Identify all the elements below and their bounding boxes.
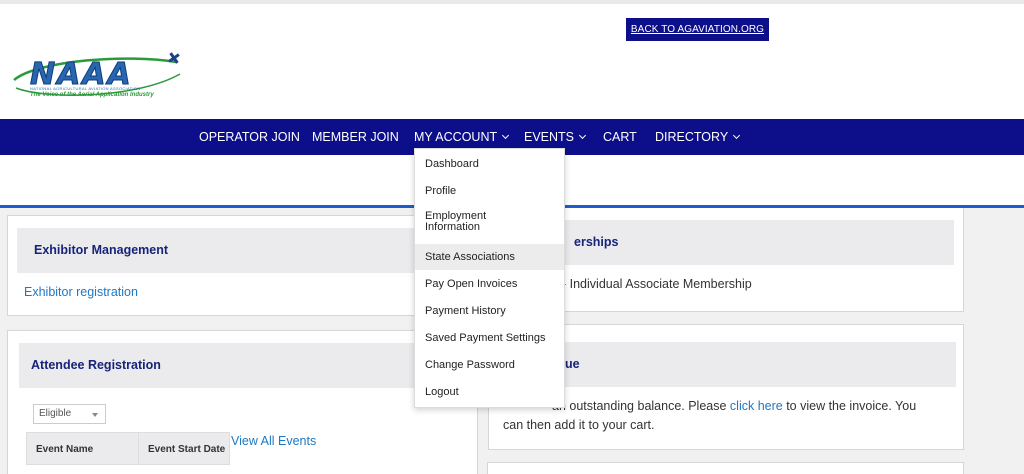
membership-type-text: - Individual Associate Membership [562,277,752,291]
menu-item-state-associations[interactable]: State Associations [415,244,564,270]
menu-item-employment-information[interactable]: Employment Information [415,211,515,237]
nav-directory[interactable]: DIRECTORY [655,119,741,155]
logo-tagline: The Voice of the Aerial Application Indu… [30,92,154,98]
column-header-event-name[interactable]: Event Name [26,432,139,465]
back-to-agaviation-button[interactable]: BACK TO AGAVIATION.ORG [626,18,769,41]
next-card [487,462,964,474]
column-header-event-start-date[interactable]: Event Start Date [138,432,230,465]
chevron-down-icon [578,131,587,140]
menu-item-change-password[interactable]: Change Password [415,354,564,376]
caret-down-icon [92,413,98,417]
nav-cart[interactable]: CART [603,119,637,155]
balance-due-title: ue [498,342,956,387]
memberships-title: erships [498,220,954,265]
nav-member-join[interactable]: MEMBER JOIN [312,119,399,155]
menu-item-logout[interactable]: Logout [415,381,564,403]
logo-subtitle: NATIONAL AGRICULTURAL AVIATION ASSOCIATI… [30,86,141,91]
nav-operator-join[interactable]: OPERATOR JOIN [199,119,300,155]
menu-item-dashboard[interactable]: Dashboard [415,153,564,175]
exhibitor-registration-link[interactable]: Exhibitor registration [24,285,138,299]
view-all-events-link[interactable]: View All Events [231,434,316,448]
menu-item-profile[interactable]: Profile [415,180,564,202]
event-filter-select[interactable]: Eligible [33,404,106,424]
menu-item-payment-history[interactable]: Payment History [415,300,564,322]
chevron-down-icon [733,131,741,140]
balance-due-message: an outstanding balance. Please click her… [552,399,917,413]
menu-item-saved-payment-settings[interactable]: Saved Payment Settings [415,327,564,349]
browser-top-strip [0,0,1024,4]
exhibitor-management-title: Exhibitor Management [17,228,462,273]
chevron-down-icon [502,131,510,140]
click-here-link[interactable]: click here [730,399,783,413]
balance-due-message-line2: can then add it to your cart. [503,418,655,432]
menu-item-pay-open-invoices[interactable]: Pay Open Invoices [415,273,564,295]
my-account-dropdown-menu: Dashboard Profile Employment Information… [414,148,565,408]
exhibitor-management-card: Exhibitor Management Exhibitor registrat… [7,215,471,316]
naaa-logo[interactable]: NAAA NATIONAL AGRICULTURAL AVIATION ASSO… [8,50,188,104]
attendee-registration-title: Attendee Registration [19,343,468,388]
